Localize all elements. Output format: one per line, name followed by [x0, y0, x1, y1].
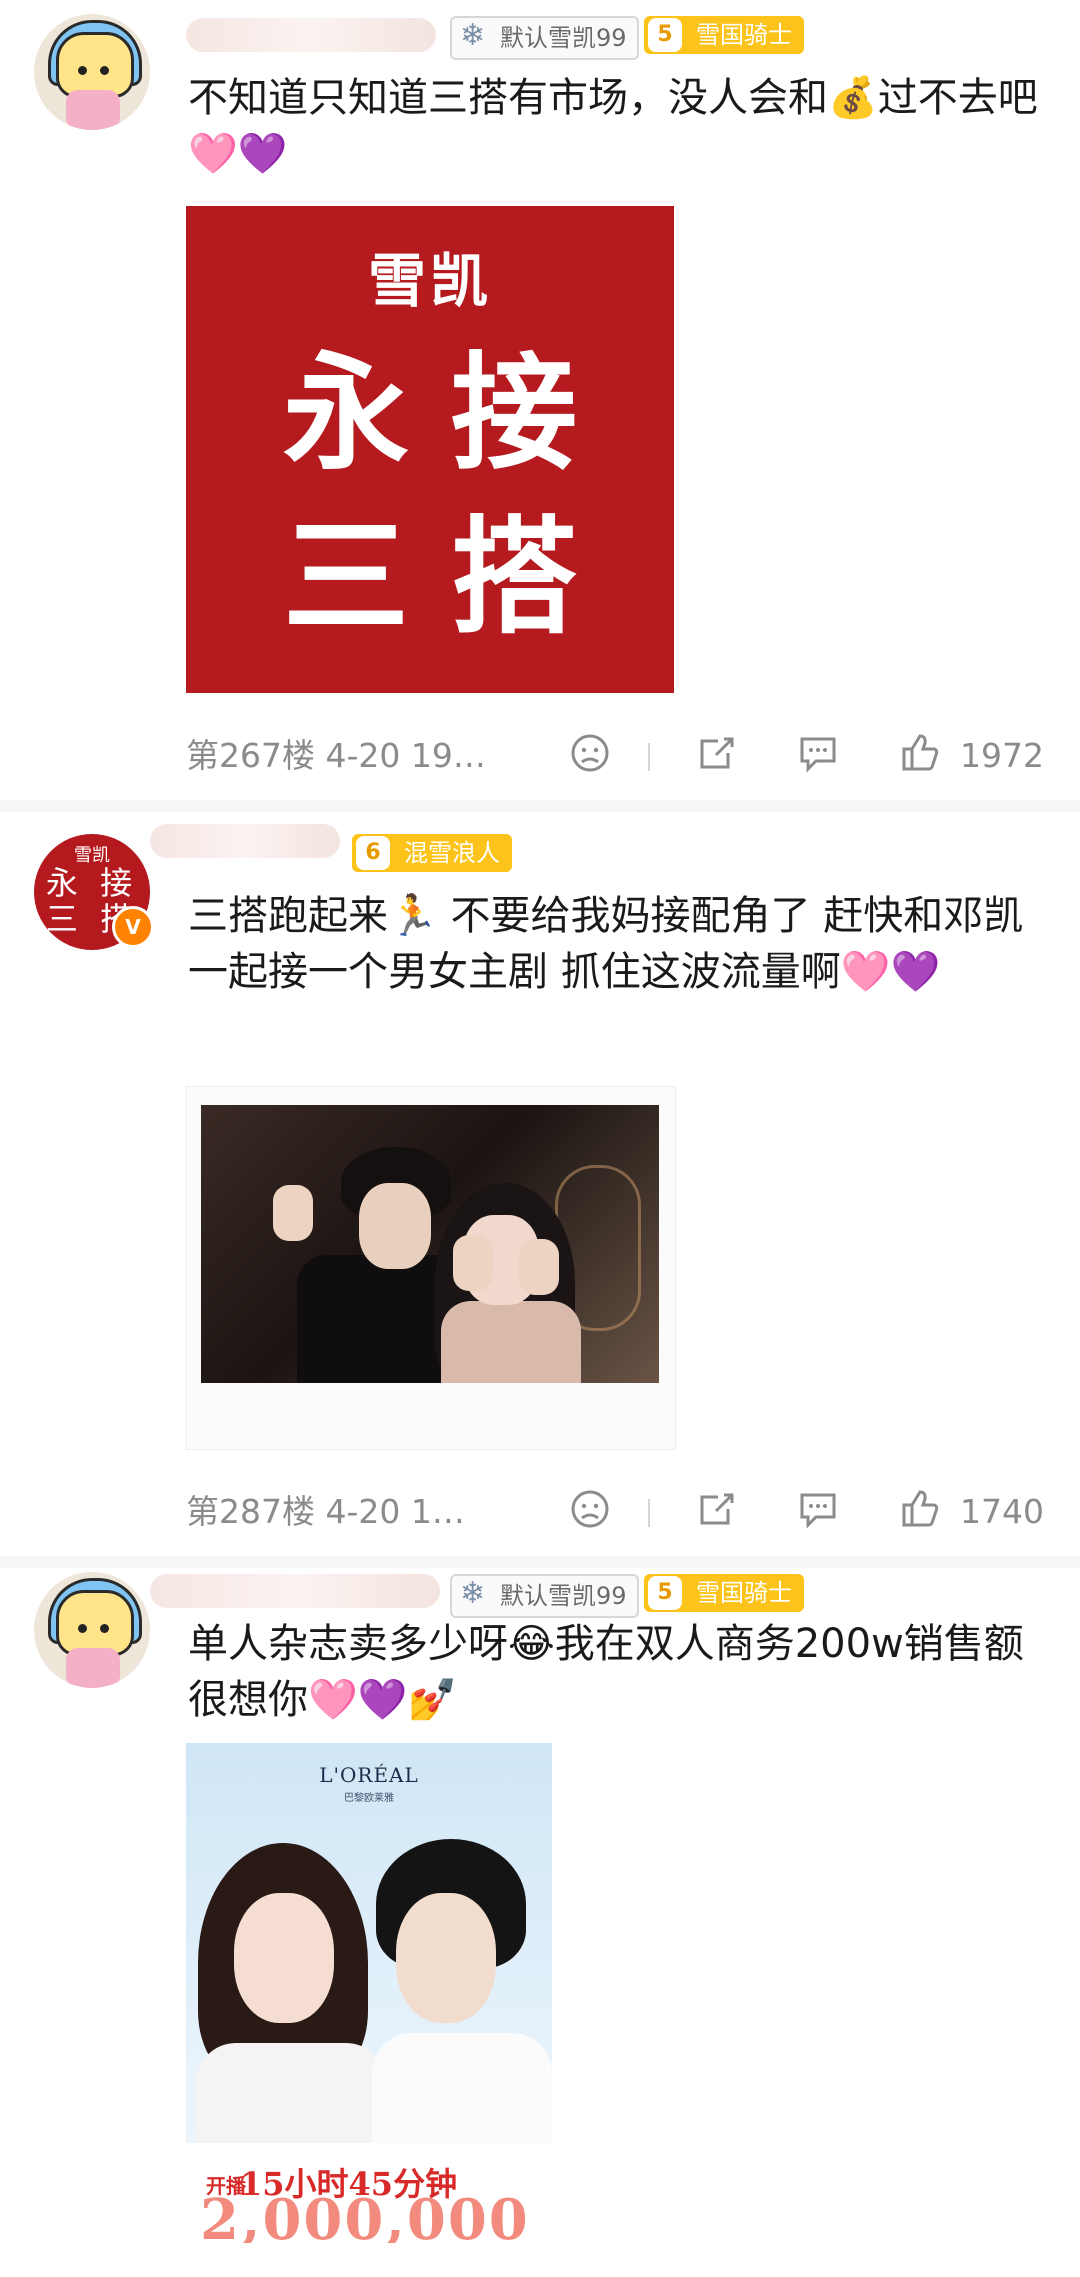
person-man-face — [359, 1183, 431, 1269]
level-badge[interactable]: 5 雪国骑士 — [644, 1574, 804, 1612]
floor-time: 第287楼 4-20 1… — [186, 1492, 465, 1531]
snowflake-icon: ❄ — [460, 1576, 486, 1611]
image-caption-small: 雪凯 — [367, 247, 492, 315]
photo — [201, 1105, 659, 1383]
verified-badge: V — [112, 906, 154, 948]
dislike-icon[interactable] — [568, 731, 618, 781]
level-number: 5 — [648, 18, 682, 52]
level-title: 混雪浪人 — [404, 839, 500, 867]
avatar[interactable] — [34, 1572, 150, 1688]
level-title: 雪国骑士 — [696, 21, 792, 49]
fan-badge[interactable]: ❄ 默认雪凯99 — [450, 1574, 639, 1618]
person-woman-face — [234, 1893, 334, 2023]
avatar-body — [66, 1648, 120, 1688]
fan-badge-label: 默认雪凯99 — [500, 24, 627, 52]
level-badge[interactable]: 5 雪国骑士 — [644, 16, 804, 54]
peace-hand — [519, 1239, 559, 1295]
comment-meta: 第287楼 4-20 1… 1740 — [186, 1487, 1044, 1537]
avatar-text-top: 雪凯 — [74, 845, 110, 866]
comment-text: 单人杂志卖多少呀😂我在双人商务200w销售额很想你🩷💜💅 — [188, 1621, 1024, 1723]
username-blurred[interactable] — [186, 18, 436, 52]
avatar-eye — [100, 66, 109, 75]
share-icon[interactable] — [694, 1487, 744, 1537]
comment-text: 三搭跑起来🏃 不要给我妈接配角了 赶快和邓凯一起接一个男女主剧 抓住这波流量啊🩷… — [188, 893, 1024, 995]
avatar-eye — [78, 1624, 87, 1633]
person-man-face — [396, 1893, 496, 2023]
avatar-text-mid: 永 接 — [45, 864, 139, 902]
ad-brand: L'ORÉAL — [319, 1763, 419, 1787]
avatar-face — [56, 32, 134, 98]
level-badge[interactable]: 6 混雪浪人 — [352, 834, 512, 872]
avatar[interactable] — [34, 14, 150, 130]
divider — [648, 743, 650, 771]
divider — [648, 1499, 650, 1527]
peace-hand — [273, 1185, 313, 1241]
like-icon[interactable] — [898, 731, 948, 781]
snowflake-icon: ❄ — [460, 18, 486, 53]
avatar-body — [66, 90, 120, 130]
person-woman-body — [441, 1301, 581, 1383]
fan-badge-label: 默认雪凯99 — [500, 1582, 627, 1610]
reply-icon[interactable] — [796, 731, 846, 781]
comment-text: 不知道只知道三搭有市场，没人会和💰过不去吧🩷💜 — [188, 75, 1038, 177]
reply-icon[interactable] — [796, 1487, 846, 1537]
comment-image[interactable] — [186, 1086, 676, 1450]
image-caption-line1: 永接 — [283, 340, 619, 487]
username-blurred[interactable] — [150, 1574, 440, 1608]
avatar-eye — [100, 1624, 109, 1633]
avatar-face — [56, 1590, 134, 1656]
share-icon[interactable] — [694, 731, 744, 781]
dislike-icon[interactable] — [568, 1487, 618, 1537]
avatar-eye — [78, 66, 87, 75]
level-number: 5 — [648, 1576, 682, 1610]
comment-meta: 第267楼 4-20 19… 1972 — [186, 731, 1044, 781]
like-count: 1740 — [960, 1492, 1044, 1531]
comment-image[interactable]: L'ORÉAL 巴黎欧莱雅 开播 15小时45分钟 2,000,000 — [186, 1743, 552, 2243]
level-number: 6 — [356, 836, 390, 870]
level-title: 雪国骑士 — [696, 1579, 792, 1607]
username-blurred[interactable] — [150, 824, 340, 858]
image-caption-line2: 三搭 — [283, 504, 619, 651]
peace-hand — [453, 1235, 493, 1291]
like-icon[interactable] — [898, 1487, 948, 1537]
ad-brand-sub: 巴黎欧莱雅 — [344, 1793, 394, 1804]
fan-badge[interactable]: ❄ 默认雪凯99 — [450, 16, 639, 60]
like-count: 1972 — [960, 736, 1044, 775]
comment-card: ❄ 默认雪凯99 5 雪国骑士 不知道只知道三搭有市场，没人会和💰过不去吧🩷💜 … — [0, 0, 1080, 800]
ad-number: 2,000,000 — [200, 2187, 530, 2243]
comment-image[interactable]: 雪凯 永接 三搭 — [186, 206, 674, 693]
floor-time: 第267楼 4-20 19… — [186, 736, 486, 775]
